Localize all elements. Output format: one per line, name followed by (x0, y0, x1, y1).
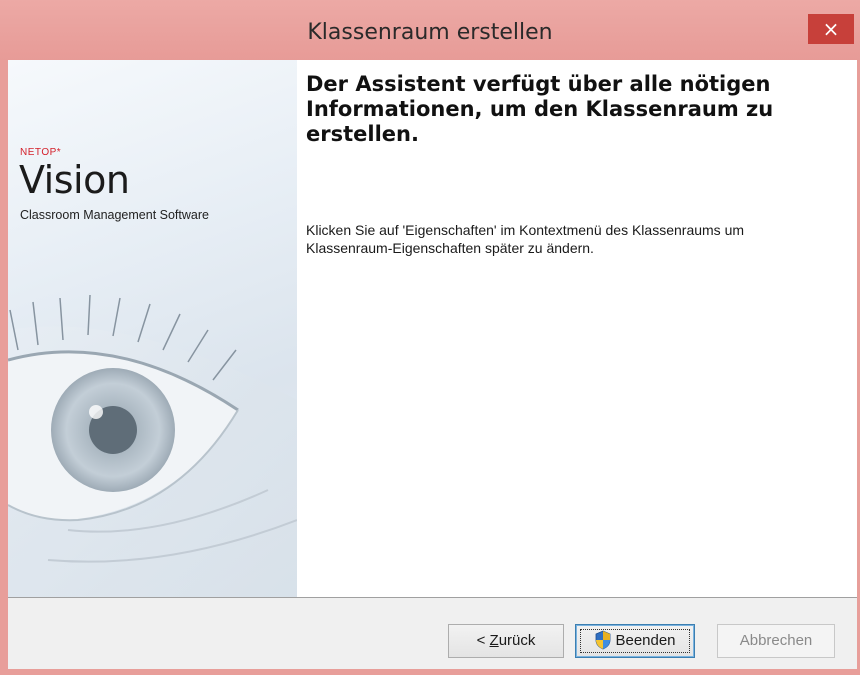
product-tagline: Classroom Management Software (20, 208, 209, 222)
vendor-logo-text: NETOP* (20, 147, 62, 158)
cancel-button[interactable]: Abbrechen (717, 624, 835, 658)
uac-shield-icon (596, 630, 611, 649)
wizard-heading: Der Assistent verfügt über alle nötigen … (306, 72, 774, 146)
back-label-rest: urück (498, 632, 536, 649)
close-icon: × (822, 17, 840, 41)
title-bar[interactable]: Klassenraum erstellen × (0, 0, 860, 60)
wizard-main-content: Der Assistent verfügt über alle nötigen … (297, 60, 857, 597)
back-button[interactable]: < Zurück (448, 624, 564, 658)
finish-button-label: Beenden (615, 632, 676, 649)
wizard-client-area: NETOP* Vision Classroom Management Softw… (8, 60, 857, 669)
wizard-window: Klassenraum erstellen × NETOP* Vision Cl… (0, 0, 860, 675)
eye-artwork-icon (8, 294, 297, 597)
cancel-button-label: Abbrechen (739, 632, 813, 649)
product-logo-text: Vision (19, 158, 130, 202)
wizard-side-banner: NETOP* Vision Classroom Management Softw… (8, 60, 297, 597)
back-prefix: < (476, 632, 490, 649)
wizard-description: Klicken Sie auf 'Eigenschaften' im Konte… (306, 222, 745, 256)
finish-button[interactable]: Beenden (575, 624, 695, 658)
button-bar: < Zurück Beenden Abbrechen (8, 598, 857, 669)
close-button[interactable]: × (808, 14, 854, 44)
back-accelerator: Z (489, 632, 499, 649)
window-title: Klassenraum erstellen (307, 20, 553, 45)
back-button-label: < Zurück (477, 632, 536, 649)
